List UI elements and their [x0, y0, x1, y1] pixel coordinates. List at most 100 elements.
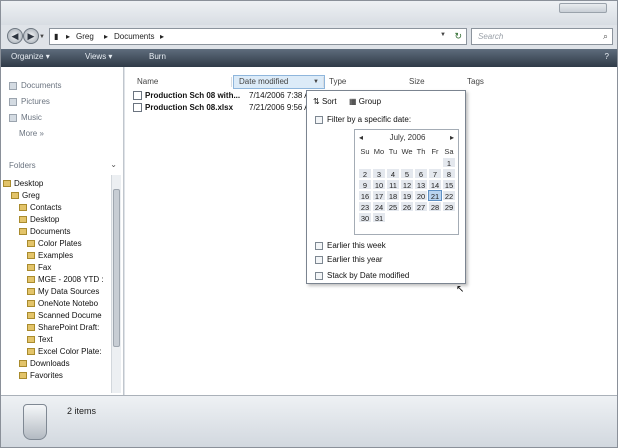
calendar-day[interactable]: 11 [386, 179, 400, 190]
views-button[interactable]: Views ▾ [85, 52, 112, 61]
tree-item-fax[interactable]: Fax [27, 263, 51, 272]
calendar-day[interactable]: 25 [386, 201, 400, 212]
column-header-type[interactable]: Type [329, 77, 346, 86]
calendar-day[interactable]: 28 [428, 201, 442, 212]
column-header-tags[interactable]: Tags [467, 77, 484, 86]
file-row[interactable]: Production Sch 08.xlsx 7/21/2006 9:56 AM [133, 103, 323, 115]
stack-by-date-option[interactable]: Stack by Date modified [315, 271, 409, 280]
calendar-day[interactable]: 13 [414, 179, 428, 190]
group-option[interactable]: ▦ Group [349, 97, 381, 106]
column-divider[interactable] [323, 77, 324, 87]
tree-item-label: Examples [38, 251, 74, 260]
tree-item-mge[interactable]: MGE - 2008 YTD : [27, 275, 104, 284]
calendar-day[interactable]: 23 [358, 201, 372, 212]
calendar-day[interactable]: 10 [372, 179, 386, 190]
calendar-day[interactable]: 12 [400, 179, 414, 190]
breadcrumb-documents[interactable]: Documents [114, 32, 154, 41]
tree-item-excel-color-plates[interactable]: Excel Color Plate: [27, 347, 102, 356]
calendar-day[interactable]: 7 [428, 168, 442, 179]
organize-label: Organize [11, 52, 44, 61]
tree-item-my-data-sources[interactable]: My Data Sources [27, 287, 99, 296]
calendar-day[interactable]: 4 [386, 168, 400, 179]
tree-item-contacts[interactable]: Contacts [19, 203, 62, 212]
tree-item-onenote[interactable]: OneNote Notebo [27, 299, 98, 308]
scrollbar-thumb[interactable] [113, 189, 120, 347]
calendar-day[interactable]: 2 [358, 168, 372, 179]
date-picker-calendar: ◂ July, 2006 ▸ Su Mo Tu We Th Fr Sa 1 2 3 4 5 6 7 8 9 10… [354, 129, 459, 235]
address-bar[interactable]: ▮ ▸ Greg ▸ Documents ▸ ▼ ↻ [49, 28, 467, 45]
calendar-day[interactable]: 30 [358, 212, 372, 223]
calendar-day[interactable]: 14 [428, 179, 442, 190]
back-arrow-icon[interactable]: ◀ [7, 28, 23, 44]
tree-item-label: Greg [22, 191, 40, 200]
tree-item-greg[interactable]: Greg [11, 191, 40, 200]
sort-option[interactable]: ⇅ Sort [313, 97, 337, 106]
calendar-day[interactable]: 6 [414, 168, 428, 179]
column-header-date-modified[interactable]: Date modified [239, 77, 288, 86]
checkbox[interactable] [315, 241, 323, 250]
column-divider[interactable] [231, 77, 232, 87]
filter-by-date-option[interactable]: Filter by a specific date: [315, 115, 411, 124]
calendar-day[interactable]: 20 [414, 190, 428, 201]
earlier-this-year-option[interactable]: Earlier this year [315, 255, 383, 264]
calendar-day[interactable]: 3 [372, 168, 386, 179]
chevron-down-icon[interactable]: ⌄ [110, 160, 117, 169]
history-dropdown-icon[interactable]: ▼ [39, 34, 45, 40]
filter-by-date-label: Filter by a specific date: [327, 115, 412, 124]
calendar-weekday-label: Fr [431, 147, 439, 156]
calendar-day[interactable]: 27 [414, 201, 428, 212]
favorite-pictures[interactable]: Pictures [9, 97, 50, 106]
tree-item-scanned[interactable]: Scanned Docume [27, 311, 102, 320]
search-box[interactable]: Search ⌕ [471, 28, 613, 45]
calendar-day[interactable]: 17 [372, 190, 386, 201]
calendar-day[interactable]: 9 [358, 179, 372, 190]
checkbox[interactable] [315, 255, 323, 264]
folders-header[interactable]: Folders ⌄ [1, 159, 123, 173]
column-header-name[interactable]: Name [137, 77, 158, 86]
forward-arrow-icon[interactable]: ▶ [23, 28, 39, 44]
calendar-day[interactable]: 18 [386, 190, 400, 201]
calendar-day[interactable]: 15 [442, 179, 456, 190]
column-header-size[interactable]: Size [409, 77, 425, 86]
calendar-blank-cell [400, 157, 414, 168]
calendar-day[interactable]: 29 [442, 201, 456, 212]
search-input[interactable]: Search [478, 32, 503, 41]
calendar-day[interactable]: 1 [442, 157, 456, 168]
breadcrumb-separator: ▸ [66, 32, 71, 41]
calendar-day[interactable]: 8 [442, 168, 456, 179]
tree-item-desktop-sub[interactable]: Desktop [19, 215, 59, 224]
next-month-button[interactable]: ▸ [450, 133, 454, 142]
window-controls[interactable] [559, 3, 607, 13]
file-row[interactable]: Production Sch 08 with... 7/14/2006 7:38… [133, 91, 323, 103]
help-icon[interactable]: ? [605, 52, 609, 61]
refresh-icon[interactable]: ↻ [454, 31, 462, 42]
calendar-day[interactable]: 26 [400, 201, 414, 212]
tree-item-desktop[interactable]: Desktop [3, 179, 43, 188]
tree-item-documents[interactable]: Documents [19, 227, 70, 236]
favorite-music[interactable]: Music [9, 113, 42, 122]
calendar-day-selected[interactable]: 21 [428, 190, 442, 201]
calendar-day[interactable]: 24 [372, 201, 386, 212]
column-dropdown-icon[interactable]: ▼ [313, 79, 319, 85]
calendar-day[interactable]: 5 [400, 168, 414, 179]
calendar-day[interactable]: 16 [358, 190, 372, 201]
checkbox[interactable] [315, 115, 323, 124]
favorites-more[interactable]: More » [19, 129, 44, 138]
address-dropdown-icon[interactable]: ▼ [440, 32, 446, 38]
calendar-day[interactable]: 22 [442, 190, 456, 201]
calendar-day[interactable]: 19 [400, 190, 414, 201]
breadcrumb-greg[interactable]: Greg [76, 32, 94, 41]
organize-button[interactable]: Organize ▾ [11, 52, 50, 61]
folder-tree-scrollbar[interactable] [111, 175, 121, 393]
favorite-documents[interactable]: Documents [9, 81, 61, 90]
tree-item-downloads[interactable]: Downloads [19, 359, 70, 368]
burn-button[interactable]: Burn [149, 52, 166, 61]
calendar-day[interactable]: 31 [372, 212, 386, 223]
tree-item-examples[interactable]: Examples [27, 251, 73, 260]
tree-item-favorites[interactable]: Favorites [19, 371, 63, 380]
earlier-this-week-option[interactable]: Earlier this week [315, 241, 386, 250]
search-icon[interactable]: ⌕ [603, 31, 608, 42]
tree-item-text[interactable]: Text [27, 335, 53, 344]
tree-item-sharepoint[interactable]: SharePoint Draft: [27, 323, 99, 332]
tree-item-color-plates[interactable]: Color Plates [27, 239, 82, 248]
